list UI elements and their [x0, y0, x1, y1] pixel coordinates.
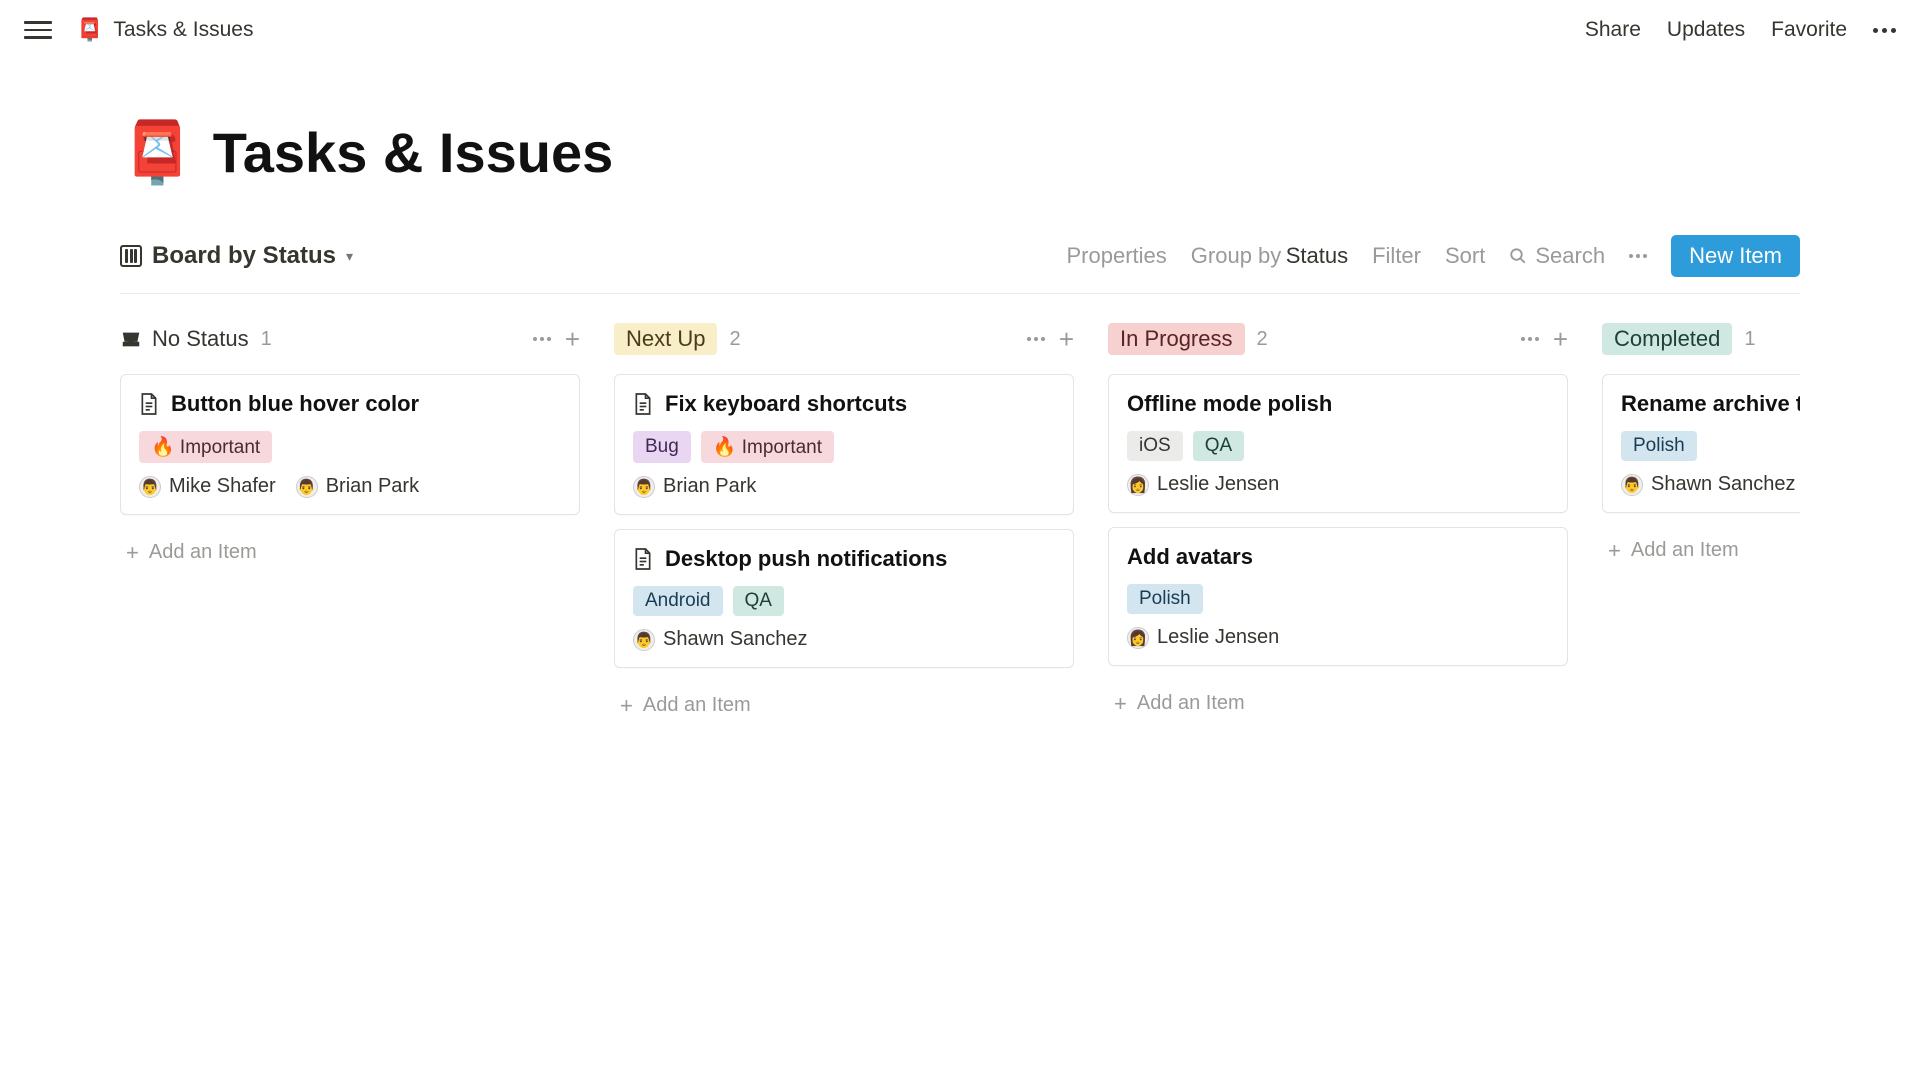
favorite-button[interactable]: Favorite — [1771, 18, 1847, 42]
document-icon — [139, 392, 159, 416]
card[interactable]: Desktop push notifications Android QA 👨 S… — [614, 529, 1074, 668]
column-no_status: No Status 1 + Button blue hover color 🔥 … — [120, 322, 580, 729]
column-label[interactable]: No Status — [120, 326, 249, 352]
plus-icon: + — [1114, 693, 1127, 715]
add-item-button[interactable]: +Add an Item — [1602, 527, 1800, 574]
card-tag: QA — [733, 586, 784, 616]
document-icon — [633, 392, 653, 416]
more-actions-button[interactable] — [1873, 28, 1896, 33]
column-count: 1 — [1744, 328, 1755, 351]
share-button[interactable]: Share — [1585, 18, 1641, 42]
column-count: 2 — [1257, 328, 1268, 351]
page-title[interactable]: Tasks & Issues — [213, 120, 614, 185]
group-by-control[interactable]: Group by Status — [1191, 243, 1348, 269]
updates-button[interactable]: Updates — [1667, 18, 1745, 42]
card-title: Rename archive to trash — [1621, 391, 1800, 417]
add-item-button[interactable]: +Add an Item — [1108, 680, 1568, 727]
breadcrumb-icon: 📮 — [76, 17, 103, 43]
board-view-icon — [120, 245, 142, 267]
assignee-name: Brian Park — [663, 475, 756, 498]
column-more-button[interactable] — [1521, 337, 1539, 341]
avatar: 👨 — [633, 476, 655, 498]
breadcrumb-title[interactable]: Tasks & Issues — [113, 18, 253, 42]
avatar: 👩 — [1127, 474, 1149, 496]
filter-button[interactable]: Filter — [1372, 243, 1421, 269]
card-tag: Android — [633, 586, 723, 616]
card[interactable]: Offline mode polish iOS QA 👩 Leslie Jense… — [1108, 374, 1568, 513]
group-by-value: Status — [1286, 243, 1348, 268]
toolbar-more-button[interactable] — [1629, 254, 1647, 258]
plus-icon: + — [1608, 540, 1621, 562]
new-item-button[interactable]: New Item — [1671, 235, 1800, 277]
assignee-name: Shawn Sanchez — [663, 628, 808, 651]
search-button[interactable]: Search — [1509, 243, 1605, 269]
assignee-name: Brian Park — [326, 475, 419, 498]
card-tag: Polish — [1621, 431, 1697, 461]
group-by-label: Group by — [1191, 243, 1282, 268]
column-add-button[interactable]: + — [1553, 326, 1568, 352]
card-title: Fix keyboard shortcuts — [665, 391, 907, 417]
column-label[interactable]: In Progress — [1108, 323, 1245, 355]
card-assignee: 👨 Mike Shafer — [139, 475, 276, 498]
column-add-button[interactable]: + — [565, 326, 580, 352]
card[interactable]: Fix keyboard shortcuts Bug 🔥 Important 👨 … — [614, 374, 1074, 515]
add-item-button[interactable]: +Add an Item — [614, 682, 1074, 729]
avatar: 👨 — [633, 629, 655, 651]
column-add-button[interactable]: + — [1059, 326, 1074, 352]
column-next_up: Next Up 2 + Fix keyboard shortcuts Bug 🔥 … — [614, 322, 1074, 729]
column-more-button[interactable] — [533, 337, 551, 341]
card-title: Button blue hover color — [171, 391, 419, 417]
card-tag: QA — [1193, 431, 1244, 461]
properties-button[interactable]: Properties — [1067, 243, 1167, 269]
avatar: 👨 — [1621, 474, 1643, 496]
card-assignee: 👩 Leslie Jensen — [1127, 626, 1279, 649]
avatar: 👨 — [296, 476, 318, 498]
column-in_progress: In Progress 2 + Offline mode polish iOS Q… — [1108, 322, 1568, 729]
column-count: 1 — [261, 328, 272, 351]
card-assignee: 👨 Shawn Sanchez — [1621, 473, 1796, 496]
page-icon[interactable]: 📮 — [120, 123, 195, 183]
card-tag: Polish — [1127, 584, 1203, 614]
assignee-name: Mike Shafer — [169, 475, 276, 498]
menu-toggle[interactable] — [24, 16, 52, 44]
chevron-down-icon: ▾ — [346, 248, 353, 265]
card-title: Offline mode polish — [1127, 391, 1332, 417]
card-assignee: 👨 Shawn Sanchez — [633, 628, 808, 651]
card[interactable]: Rename archive to trash Polish 👨 Shawn S… — [1602, 374, 1800, 513]
sort-button[interactable]: Sort — [1445, 243, 1485, 269]
inbox-icon — [120, 328, 142, 350]
column-label[interactable]: Completed — [1602, 323, 1732, 355]
assignee-name: Shawn Sanchez — [1651, 473, 1796, 496]
plus-icon: + — [126, 542, 139, 564]
card-tag: 🔥 Important — [701, 431, 834, 463]
column-label[interactable]: Next Up — [614, 323, 717, 355]
card-assignee: 👩 Leslie Jensen — [1127, 473, 1279, 496]
column-more-button[interactable] — [1027, 337, 1045, 341]
document-icon — [633, 547, 653, 571]
card-assignee: 👨 Brian Park — [633, 475, 756, 498]
card-title: Add avatars — [1127, 544, 1253, 570]
assignee-name: Leslie Jensen — [1157, 473, 1279, 496]
assignee-name: Leslie Jensen — [1157, 626, 1279, 649]
avatar: 👨 — [139, 476, 161, 498]
card-tag: 🔥 Important — [139, 431, 272, 463]
avatar: 👩 — [1127, 627, 1149, 649]
card-title: Desktop push notifications — [665, 546, 947, 572]
card-assignee: 👨 Brian Park — [296, 475, 419, 498]
add-item-button[interactable]: +Add an Item — [120, 529, 580, 576]
card[interactable]: Button blue hover color 🔥 Important 👨 Mi… — [120, 374, 580, 515]
card-tag: iOS — [1127, 431, 1183, 461]
card[interactable]: Add avatars Polish 👩 Leslie Jensen — [1108, 527, 1568, 666]
search-label: Search — [1535, 243, 1605, 269]
column-count: 2 — [729, 328, 740, 351]
search-icon — [1509, 247, 1527, 265]
view-selector[interactable]: Board by Status ▾ — [120, 242, 353, 270]
plus-icon: + — [620, 695, 633, 717]
column-completed: Completed 1 + Rename archive to trash Po… — [1602, 322, 1800, 729]
card-tag: Bug — [633, 431, 691, 463]
view-name: Board by Status — [152, 242, 336, 270]
